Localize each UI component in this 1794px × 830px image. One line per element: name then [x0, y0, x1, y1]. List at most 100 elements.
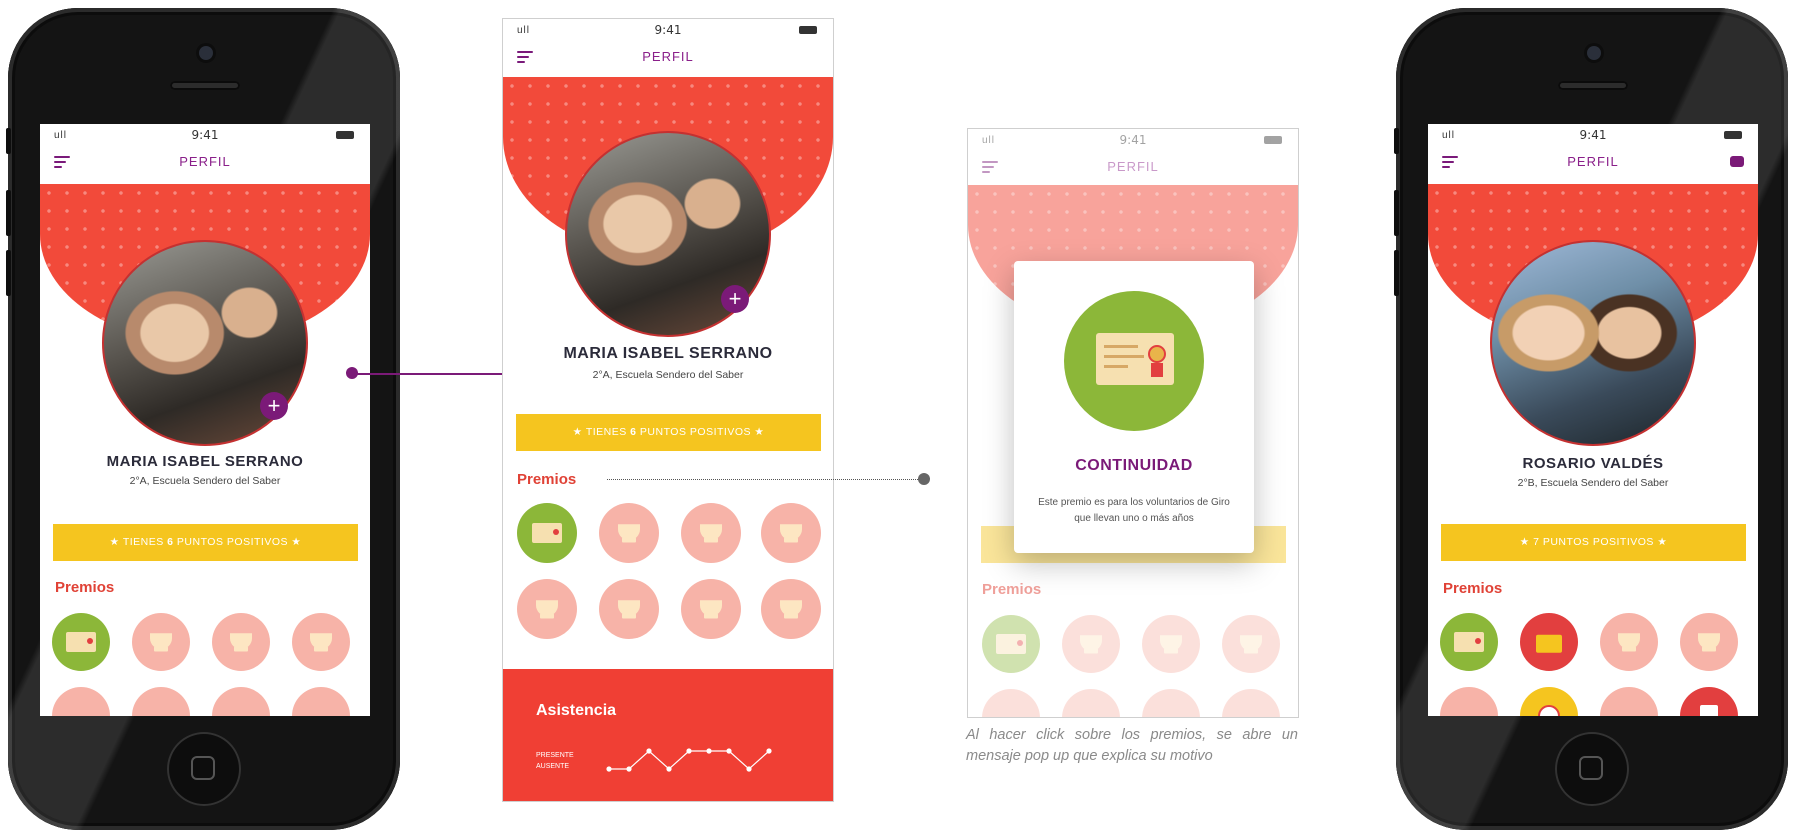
certificate-icon [532, 523, 562, 543]
award-badge-locked[interactable] [517, 579, 577, 639]
present-label: PRESENTE [536, 752, 574, 759]
battery-icon [1724, 131, 1742, 139]
award-badge-locked[interactable] [1600, 613, 1658, 671]
attendance-title: Asistencia [536, 702, 617, 719]
popup-body: Este premio es para los voluntarios de G… [1038, 497, 1230, 524]
screen-profile-expanded: ull 9:41 PERFIL + MARIA ISABEL SERRANO 2… [502, 18, 834, 802]
award-badge-locked[interactable] [599, 579, 659, 639]
profile-avatar[interactable] [1490, 240, 1696, 446]
profile-name: MARIA ISABEL SERRANO [563, 345, 773, 362]
award-badge-locked[interactable] [1440, 687, 1498, 716]
status-bar: ull 9:41 [968, 129, 1298, 151]
attendance-point [706, 748, 712, 754]
attendance-point [746, 766, 752, 772]
award-badge-locked[interactable] [1062, 615, 1120, 673]
award-badge-locked[interactable] [761, 503, 821, 563]
points-suffix: PUNTOS POSITIVOS ★ [636, 426, 765, 438]
nav-bar: PERFIL [968, 151, 1298, 183]
award-badge-locked[interactable] [292, 687, 350, 716]
award-badge-locked[interactable] [1222, 615, 1280, 673]
status-bar: ull 9:41 [1428, 124, 1758, 146]
popup-title: CONTINUIDAD [1075, 457, 1193, 474]
certificate-icon [1454, 632, 1484, 652]
award-badge-continuidad[interactable] [517, 503, 577, 563]
status-time: 9:41 [191, 128, 219, 142]
points-suffix: PUNTOS POSITIVOS ★ [173, 536, 302, 548]
award-badge-box[interactable] [1680, 687, 1738, 716]
award-badge-locked[interactable] [292, 613, 350, 671]
add-photo-button[interactable]: + [260, 392, 288, 420]
award-badge-clock[interactable] [1520, 687, 1578, 716]
attendance-point [606, 766, 612, 772]
award-badge-locked[interactable] [1142, 689, 1200, 717]
add-photo-button[interactable]: + [721, 285, 749, 313]
attendance-chart [606, 748, 772, 772]
points-banner[interactable]: ★ TIENES 6 PUNTOS POSITIVOS ★ [53, 524, 358, 561]
award-badge-locked[interactable] [681, 503, 741, 563]
points-prefix: ★ TIENES [572, 426, 631, 438]
award-badge-locked[interactable] [681, 579, 741, 639]
award-popup-card[interactable]: CONTINUIDAD Este premio es para los volu… [1014, 261, 1254, 553]
attendance-point [626, 766, 632, 772]
battery-icon [1264, 136, 1282, 144]
points-banner[interactable]: ★ 7 PUNTOS POSITIVOS ★ [1441, 524, 1746, 561]
award-badge-continuidad[interactable] [982, 615, 1040, 673]
clipboard-icon [1700, 705, 1718, 716]
certificate-icon [1064, 291, 1204, 431]
award-badge-locked[interactable] [212, 613, 270, 671]
home-button[interactable] [1555, 732, 1629, 806]
nav-bar: PERFIL [40, 146, 370, 178]
earpiece-speaker [1558, 81, 1628, 90]
attendance-point [766, 748, 772, 754]
battery-icon [336, 131, 354, 139]
side-button [1394, 128, 1399, 154]
award-badge-locked[interactable] [1142, 615, 1200, 673]
status-time: 9:41 [1579, 128, 1607, 142]
status-bar: ull 9:41 [503, 19, 833, 41]
page-title: PERFIL [1567, 154, 1619, 169]
award-badge-locked[interactable] [982, 689, 1040, 717]
award-badge-locked[interactable] [1600, 687, 1658, 716]
award-badge-locked[interactable] [1680, 613, 1738, 671]
front-camera [1587, 46, 1601, 60]
attendance-line [609, 750, 770, 770]
home-button[interactable] [167, 732, 241, 806]
award-badge-locked[interactable] [52, 687, 110, 716]
clock-icon [1538, 705, 1560, 716]
profile-school: 2°A, Escuela Sendero del Saber [592, 369, 744, 381]
nav-bar: PERFIL [503, 41, 833, 73]
connector-line [352, 373, 520, 375]
profile-name: ROSARIO VALDÉS [1522, 455, 1664, 472]
screen-profile-right: ull 9:41 PERFIL ROSARIO VALDÉS 2°B, Escu… [1428, 124, 1758, 716]
screen-award-popup: ull 9:41 PERFIL Premios CONTINUIDAD Este… [967, 128, 1299, 718]
section-premios: Premios [1443, 580, 1503, 597]
award-badge-locked[interactable] [1062, 689, 1120, 717]
points-banner[interactable]: ★ TIENES 6 PUNTOS POSITIVOS ★ [516, 414, 821, 451]
page-title: PERFIL [179, 154, 231, 169]
attendance-panel: Asistencia PRESENTE AUSENTE [503, 669, 833, 801]
profile-school: 2°B, Escuela Sendero del Saber [1517, 477, 1669, 489]
side-button [6, 250, 11, 296]
award-badge-locked[interactable] [132, 687, 190, 716]
award-badge-locked[interactable] [599, 503, 659, 563]
award-badge-continuidad[interactable] [52, 613, 110, 671]
section-premios: Premios [517, 471, 577, 488]
earpiece-speaker [170, 81, 240, 90]
award-badge-locked[interactable] [212, 687, 270, 716]
attendance-point [646, 748, 652, 754]
dotted-connector [607, 479, 920, 480]
award-badge-locked[interactable] [132, 613, 190, 671]
certificate-icon [996, 634, 1026, 654]
side-button [6, 190, 11, 236]
attendance-point [686, 748, 692, 754]
status-bar: ull 9:41 [40, 124, 370, 146]
award-badge-folder[interactable] [1520, 613, 1578, 671]
award-badge-locked[interactable] [761, 579, 821, 639]
connector-dot [918, 473, 930, 485]
award-badge-continuidad[interactable] [1440, 613, 1498, 671]
chat-icon[interactable] [1730, 156, 1744, 167]
side-button [6, 128, 11, 154]
absent-label: AUSENTE [536, 763, 570, 770]
award-badge-locked[interactable] [1222, 689, 1280, 717]
side-button [1394, 190, 1399, 236]
